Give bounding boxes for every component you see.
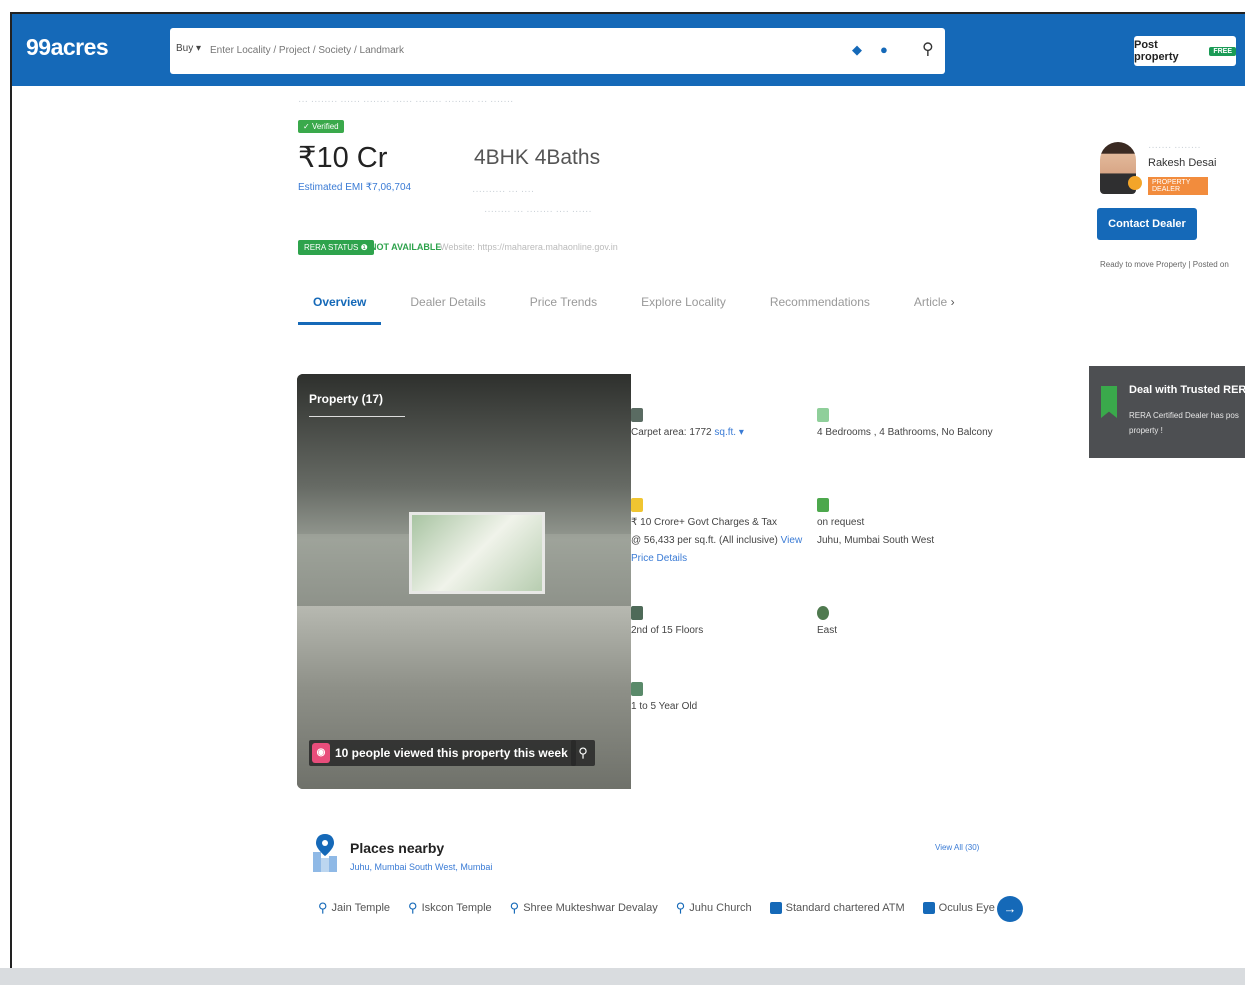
contact-dealer-button[interactable]: Contact Dealer xyxy=(1097,208,1197,240)
age-icon xyxy=(631,682,643,696)
search-bar[interactable]: Buy ▾ ◆ ● ⚲ xyxy=(170,28,945,74)
agent-avatar xyxy=(1100,142,1142,194)
map-pin-icon: ⚲ xyxy=(509,900,520,915)
gallery-title[interactable]: Property (17) xyxy=(309,392,405,417)
place-chip[interactable]: ⚲ Shree Mukteshwar Devalay xyxy=(510,900,658,916)
area-value: Carpet area: 1772 xyxy=(631,427,712,438)
rera-status-badge: RERA STATUS ❶ xyxy=(298,240,374,255)
price-value: ₹ 10 Crore+ Govt Charges & Tax xyxy=(631,517,777,528)
search-mode-dropdown[interactable]: Buy ▾ xyxy=(176,43,201,54)
emi-link[interactable]: Estimated EMI ₹7,06,704 xyxy=(298,182,411,193)
agent-tag: PROPERTY DEALER xyxy=(1148,177,1208,195)
place-chip[interactable]: Oculus Eye xyxy=(922,902,995,914)
address-icon xyxy=(817,498,829,512)
badge-icon xyxy=(1128,176,1142,190)
top-header: 99acres Buy ▾ ◆ ● ⚲ Post property FREE xyxy=(12,14,1245,86)
post-property-label: Post property xyxy=(1134,39,1179,63)
address-line1: on request xyxy=(817,517,865,528)
search-icon[interactable]: ⚲ xyxy=(922,39,934,59)
hospital-icon xyxy=(922,902,935,914)
chevron-right-icon[interactable]: › xyxy=(951,295,955,309)
price-icon xyxy=(631,498,643,512)
listing-price: ₹10 Cr xyxy=(298,142,388,174)
locality-text: ·········· ··· ···· xyxy=(472,186,535,197)
tab-overview[interactable]: Overview xyxy=(298,287,382,325)
configuration-value: 4 Bedrooms , 4 Bathrooms, No Balcony xyxy=(817,427,993,438)
price-per-sqft: @ 56,433 per sq.ft. (All inclusive) xyxy=(631,535,778,546)
tab-explore-locality[interactable]: Explore Locality xyxy=(626,287,741,325)
place-chip[interactable]: Standard chartered ATM xyxy=(769,902,905,914)
compass-icon xyxy=(817,606,829,620)
tab-dealer-details[interactable]: Dealer Details xyxy=(395,287,500,325)
detail-price: ₹ 10 Crore+ Govt Charges & Tax @ 56,433 … xyxy=(631,498,806,568)
tab-price-trends[interactable]: Price Trends xyxy=(515,287,612,325)
bed-icon xyxy=(817,408,829,422)
map-pin-icon: ⚲ xyxy=(408,900,418,915)
section-tabs: Overview Dealer Details Price Trends Exp… xyxy=(298,287,984,327)
detail-age: 1 to 5 Year Old xyxy=(631,682,781,716)
views-text: 10 people viewed this property this week xyxy=(335,746,568,760)
facing-value: East xyxy=(817,625,838,636)
nearby-places-list: ⚲ Jain Temple ⚲ Iskcon Temple ⚲ Shree Mukte… xyxy=(318,900,995,916)
arrow-right-icon[interactable]: → xyxy=(997,896,1023,922)
listing-configuration: 4BHK 4Baths xyxy=(474,146,601,169)
view-all-places-link[interactable]: View All (30) xyxy=(935,843,979,852)
detail-floor: 2nd of 15 Floors xyxy=(631,606,781,640)
agent-caption: ······· ········ xyxy=(1148,142,1201,153)
views-banner: ◉ 10 people viewed this property this we… xyxy=(309,740,576,766)
address-line2: Juhu, Mumbai South West xyxy=(817,535,935,546)
location-icon[interactable]: ◆ xyxy=(852,42,862,58)
detail-configuration: 4 Bedrooms , 4 Bathrooms, No Balcony xyxy=(817,408,1017,442)
atm-icon xyxy=(769,902,782,914)
footer-bar xyxy=(0,968,1245,985)
zoom-icon[interactable]: ⚲ xyxy=(571,740,595,766)
verified-badge: ✓ Verified xyxy=(298,120,344,133)
rera-promo-card[interactable]: Deal with Trusted RERA P RERA Certified … xyxy=(1089,366,1245,458)
eye-icon: ◉ xyxy=(312,743,330,763)
detail-facing: East xyxy=(817,606,937,640)
area-icon xyxy=(631,408,643,422)
breadcrumb: ··· ········ ······ ········ ······ ····… xyxy=(298,96,514,107)
free-badge: FREE xyxy=(1209,46,1236,56)
mic-icon[interactable]: ● xyxy=(880,42,888,57)
floor-value: 2nd of 15 Floors xyxy=(631,625,704,636)
rera-card-text: RERA Certified Dealer has pos property ! xyxy=(1129,411,1239,435)
ribbon-icon xyxy=(1101,386,1117,418)
age-value: 1 to 5 Year Old xyxy=(631,701,698,712)
property-gallery[interactable]: Property (17) ◉ 10 people viewed this pr… xyxy=(297,374,631,789)
place-chip[interactable]: ⚲ Juhu Church xyxy=(676,900,752,916)
place-chip[interactable]: ⚲ Iskcon Temple xyxy=(408,900,492,916)
places-nearby-subtitle: Juhu, Mumbai South West, Mumbai xyxy=(350,862,493,872)
detail-address: on request Juhu, Mumbai South West xyxy=(817,498,997,550)
tab-article[interactable]: Article › xyxy=(899,287,970,325)
frame-left-border xyxy=(10,14,12,985)
tab-recommendations[interactable]: Recommendations xyxy=(755,287,885,325)
rera-website[interactable]: Website: https://maharera.mahaonline.gov… xyxy=(440,242,618,252)
places-nearby-title: Places nearby xyxy=(350,840,445,856)
post-property-button[interactable]: Post property FREE xyxy=(1134,36,1236,66)
search-input[interactable] xyxy=(210,40,770,60)
site-logo[interactable]: 99acres xyxy=(26,34,109,61)
agent-name[interactable]: Rakesh Desai xyxy=(1148,157,1216,169)
society-text: ········ ··· ········ ···· ······ xyxy=(484,206,592,217)
rera-card-title: Deal with Trusted RERA P xyxy=(1129,384,1245,396)
area-unit-selector[interactable]: sq.ft. xyxy=(714,427,736,438)
map-pin-icon: ⚲ xyxy=(318,900,328,915)
rera-value: NOT AVAILABLE xyxy=(370,242,442,252)
map-pin-icon: ⚲ xyxy=(675,900,686,915)
photo-window xyxy=(409,512,545,594)
place-chip[interactable]: ⚲ Jain Temple xyxy=(318,900,390,916)
floor-icon xyxy=(631,606,643,620)
detail-area: Carpet area: 1772 sq.ft. ▾ xyxy=(631,408,801,442)
places-map-icon xyxy=(313,834,337,872)
ready-to-move: Ready to move Property | Posted on xyxy=(1100,260,1229,269)
